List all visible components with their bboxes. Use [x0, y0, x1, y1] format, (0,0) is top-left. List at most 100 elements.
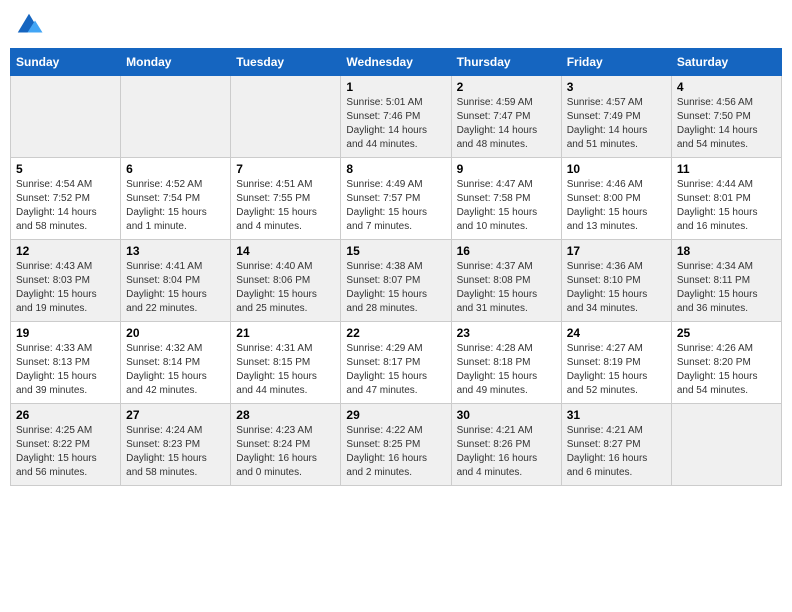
day-info: Sunrise: 4:29 AM Sunset: 8:17 PM Dayligh… [346, 342, 445, 398]
day-number: 12 [16, 244, 115, 258]
calendar-cell [11, 76, 121, 158]
day-info: Sunrise: 4:21 AM Sunset: 8:26 PM Dayligh… [457, 424, 556, 480]
col-header-saturday: Saturday [671, 49, 781, 76]
col-header-sunday: Sunday [11, 49, 121, 76]
day-info: Sunrise: 4:27 AM Sunset: 8:19 PM Dayligh… [567, 342, 666, 398]
calendar-cell: 18 Sunrise: 4:34 AM Sunset: 8:11 PM Dayli… [671, 240, 781, 322]
day-info: Sunrise: 4:33 AM Sunset: 8:13 PM Dayligh… [16, 342, 115, 398]
calendar-cell: 13 Sunrise: 4:41 AM Sunset: 8:04 PM Dayli… [121, 240, 231, 322]
calendar-cell: 2 Sunrise: 4:59 AM Sunset: 7:47 PM Daylig… [451, 76, 561, 158]
day-number: 29 [346, 408, 445, 422]
day-number: 13 [126, 244, 225, 258]
calendar-cell: 20 Sunrise: 4:32 AM Sunset: 8:14 PM Dayli… [121, 322, 231, 404]
day-info: Sunrise: 5:01 AM Sunset: 7:46 PM Dayligh… [346, 96, 445, 152]
calendar-cell: 21Sunrise: 4:31 AM Sunset: 8:15 PM Dayli… [231, 322, 341, 404]
calendar-cell: 23 Sunrise: 4:28 AM Sunset: 8:18 PM Dayli… [451, 322, 561, 404]
day-number: 31 [567, 408, 666, 422]
calendar-cell: 30 Sunrise: 4:21 AM Sunset: 8:26 PM Dayli… [451, 404, 561, 486]
week-row-2: 5Sunrise: 4:54 AM Sunset: 7:52 PM Daylig… [11, 158, 782, 240]
calendar-cell: 15Sunrise: 4:38 AM Sunset: 8:07 PM Dayli… [341, 240, 451, 322]
calendar-cell: 27 Sunrise: 4:24 AM Sunset: 8:23 PM Dayli… [121, 404, 231, 486]
calendar-cell: 26 Sunrise: 4:25 AM Sunset: 8:22 PM Dayli… [11, 404, 121, 486]
col-header-tuesday: Tuesday [231, 49, 341, 76]
calendar-cell: 22 Sunrise: 4:29 AM Sunset: 8:17 PM Dayli… [341, 322, 451, 404]
day-info: Sunrise: 4:59 AM Sunset: 7:47 PM Dayligh… [457, 96, 556, 152]
day-info: Sunrise: 4:56 AM Sunset: 7:50 PM Dayligh… [677, 96, 776, 152]
day-number: 4 [677, 80, 776, 94]
day-info: Sunrise: 4:34 AM Sunset: 8:11 PM Dayligh… [677, 260, 776, 316]
day-info: Sunrise: 4:22 AM Sunset: 8:25 PM Dayligh… [346, 424, 445, 480]
day-number: 30 [457, 408, 556, 422]
day-info: Sunrise: 4:25 AM Sunset: 8:22 PM Dayligh… [16, 424, 115, 480]
calendar-cell: 19 Sunrise: 4:33 AM Sunset: 8:13 PM Dayli… [11, 322, 121, 404]
day-number: 22 [346, 326, 445, 340]
day-info: Sunrise: 4:26 AM Sunset: 8:20 PM Dayligh… [677, 342, 776, 398]
calendar-cell: 11 Sunrise: 4:44 AM Sunset: 8:01 PM Dayli… [671, 158, 781, 240]
day-info: Sunrise: 4:43 AM Sunset: 8:03 PM Dayligh… [16, 260, 115, 316]
day-number: 8 [346, 162, 445, 176]
day-info: Sunrise: 4:41 AM Sunset: 8:04 PM Dayligh… [126, 260, 225, 316]
logo [14, 10, 48, 40]
col-header-friday: Friday [561, 49, 671, 76]
col-header-wednesday: Wednesday [341, 49, 451, 76]
week-row-5: 26 Sunrise: 4:25 AM Sunset: 8:22 PM Dayli… [11, 404, 782, 486]
calendar-cell: 31 Sunrise: 4:21 AM Sunset: 8:27 PM Dayli… [561, 404, 671, 486]
day-number: 3 [567, 80, 666, 94]
calendar-cell: 1 Sunrise: 5:01 AM Sunset: 7:46 PM Daylig… [341, 76, 451, 158]
calendar-cell: 6 Sunrise: 4:52 AM Sunset: 7:54 PM Daylig… [121, 158, 231, 240]
day-number: 26 [16, 408, 115, 422]
day-number: 19 [16, 326, 115, 340]
day-number: 20 [126, 326, 225, 340]
page-header [10, 10, 782, 40]
day-info: Sunrise: 4:23 AM Sunset: 8:24 PM Dayligh… [236, 424, 335, 480]
day-number: 17 [567, 244, 666, 258]
calendar-cell: 5Sunrise: 4:54 AM Sunset: 7:52 PM Daylig… [11, 158, 121, 240]
calendar-cell [231, 76, 341, 158]
day-number: 16 [457, 244, 556, 258]
day-info: Sunrise: 4:54 AM Sunset: 7:52 PM Dayligh… [16, 178, 115, 234]
calendar-cell: 29 Sunrise: 4:22 AM Sunset: 8:25 PM Dayli… [341, 404, 451, 486]
day-number: 14 [236, 244, 335, 258]
col-header-monday: Monday [121, 49, 231, 76]
day-number: 18 [677, 244, 776, 258]
day-info: Sunrise: 4:24 AM Sunset: 8:23 PM Dayligh… [126, 424, 225, 480]
day-info: Sunrise: 4:47 AM Sunset: 7:58 PM Dayligh… [457, 178, 556, 234]
calendar-cell: 4 Sunrise: 4:56 AM Sunset: 7:50 PM Daylig… [671, 76, 781, 158]
week-row-1: 1 Sunrise: 5:01 AM Sunset: 7:46 PM Daylig… [11, 76, 782, 158]
day-info: Sunrise: 4:28 AM Sunset: 8:18 PM Dayligh… [457, 342, 556, 398]
calendar-cell [121, 76, 231, 158]
day-number: 15 [346, 244, 445, 258]
day-info: Sunrise: 4:52 AM Sunset: 7:54 PM Dayligh… [126, 178, 225, 234]
day-info: Sunrise: 4:31 AM Sunset: 8:15 PM Dayligh… [236, 342, 335, 398]
calendar-cell: 9 Sunrise: 4:47 AM Sunset: 7:58 PM Daylig… [451, 158, 561, 240]
day-number: 6 [126, 162, 225, 176]
calendar-cell: 3 Sunrise: 4:57 AM Sunset: 7:49 PM Daylig… [561, 76, 671, 158]
logo-icon [14, 10, 44, 40]
day-number: 1 [346, 80, 445, 94]
day-info: Sunrise: 4:21 AM Sunset: 8:27 PM Dayligh… [567, 424, 666, 480]
day-number: 9 [457, 162, 556, 176]
day-info: Sunrise: 4:44 AM Sunset: 8:01 PM Dayligh… [677, 178, 776, 234]
day-info: Sunrise: 4:40 AM Sunset: 8:06 PM Dayligh… [236, 260, 335, 316]
day-number: 7 [236, 162, 335, 176]
day-number: 28 [236, 408, 335, 422]
day-number: 25 [677, 326, 776, 340]
day-number: 11 [677, 162, 776, 176]
calendar-cell: 28 Sunrise: 4:23 AM Sunset: 8:24 PM Dayli… [231, 404, 341, 486]
day-info: Sunrise: 4:46 AM Sunset: 8:00 PM Dayligh… [567, 178, 666, 234]
day-info: Sunrise: 4:37 AM Sunset: 8:08 PM Dayligh… [457, 260, 556, 316]
calendar-cell: 16 Sunrise: 4:37 AM Sunset: 8:08 PM Dayli… [451, 240, 561, 322]
calendar-cell: 17Sunrise: 4:36 AM Sunset: 8:10 PM Dayli… [561, 240, 671, 322]
day-number: 27 [126, 408, 225, 422]
day-number: 23 [457, 326, 556, 340]
day-number: 2 [457, 80, 556, 94]
day-info: Sunrise: 4:51 AM Sunset: 7:55 PM Dayligh… [236, 178, 335, 234]
day-info: Sunrise: 4:32 AM Sunset: 8:14 PM Dayligh… [126, 342, 225, 398]
calendar-cell: 8Sunrise: 4:49 AM Sunset: 7:57 PM Daylig… [341, 158, 451, 240]
calendar-cell: 24Sunrise: 4:27 AM Sunset: 8:19 PM Dayli… [561, 322, 671, 404]
calendar-cell: 7 Sunrise: 4:51 AM Sunset: 7:55 PM Daylig… [231, 158, 341, 240]
calendar-table: SundayMondayTuesdayWednesdayThursdayFrid… [10, 48, 782, 486]
calendar-cell: 12 Sunrise: 4:43 AM Sunset: 8:03 PM Dayli… [11, 240, 121, 322]
day-info: Sunrise: 4:57 AM Sunset: 7:49 PM Dayligh… [567, 96, 666, 152]
calendar-cell: 25 Sunrise: 4:26 AM Sunset: 8:20 PM Dayli… [671, 322, 781, 404]
